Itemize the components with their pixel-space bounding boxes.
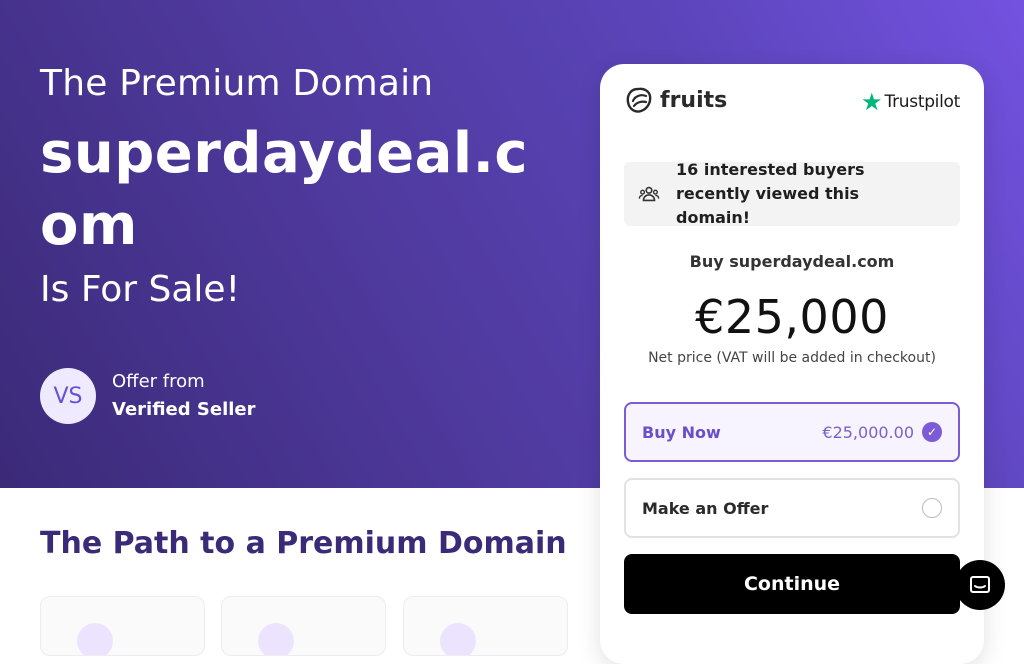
domain-name: superdaydeal.com [40,121,529,258]
hero-pre-title: The Premium Domain [40,63,434,104]
buy-now-amount: €25,000.00 [822,422,914,442]
step-icon [440,623,476,655]
make-offer-label: Make an Offer [642,498,769,518]
interest-notice: 16 interested buyers recently viewed thi… [624,160,960,227]
seller-text: Offer from Verified Seller [112,368,256,424]
seller-name: Verified Seller [112,399,256,420]
users-icon [638,186,660,202]
seller-info: VS Offer from Verified Seller [40,368,256,424]
path-section-title: The Path to a Premium Domain [40,526,567,561]
trustpilot-badge[interactable]: ★ Trustpilot [861,90,960,114]
buy-now-label: Buy Now [642,422,721,442]
brand-logo[interactable]: fruits [624,84,727,116]
purchase-card: fruits ★ Trustpilot 16 interested buyers… [600,64,984,664]
radio-icon[interactable] [922,498,942,518]
price: €25,000 [695,290,889,344]
continue-button[interactable]: Continue [624,554,960,614]
buy-now-option[interactable]: Buy Now €25,000.00 ✓ [624,402,960,462]
trustpilot-label: Trustpilot [884,92,961,112]
brand-name: fruits [660,87,728,113]
avatar: VS [40,368,96,424]
star-icon: ★ [861,88,883,116]
net-price-note: Net price (VAT will be added in checkout… [648,350,936,366]
buy-label: Buy superdaydeal.com [689,252,895,271]
interest-notice-text: 16 interested buyers recently viewed thi… [676,160,865,227]
step-card [40,596,205,656]
chat-button[interactable] [955,560,1005,610]
step-icon [258,623,294,655]
check-icon: ✓ [922,422,942,442]
seller-label: Offer from [112,371,205,392]
hero-heading: The Premium Domain superdaydeal.com Is F… [40,60,560,314]
chat-icon [970,576,990,593]
step-card [221,596,386,656]
step-card [403,596,568,656]
make-offer-option[interactable]: Make an Offer [624,478,960,538]
hero-post-title: Is For Sale! [40,269,241,310]
fruits-logo-icon [626,87,652,113]
step-icon [77,623,113,655]
